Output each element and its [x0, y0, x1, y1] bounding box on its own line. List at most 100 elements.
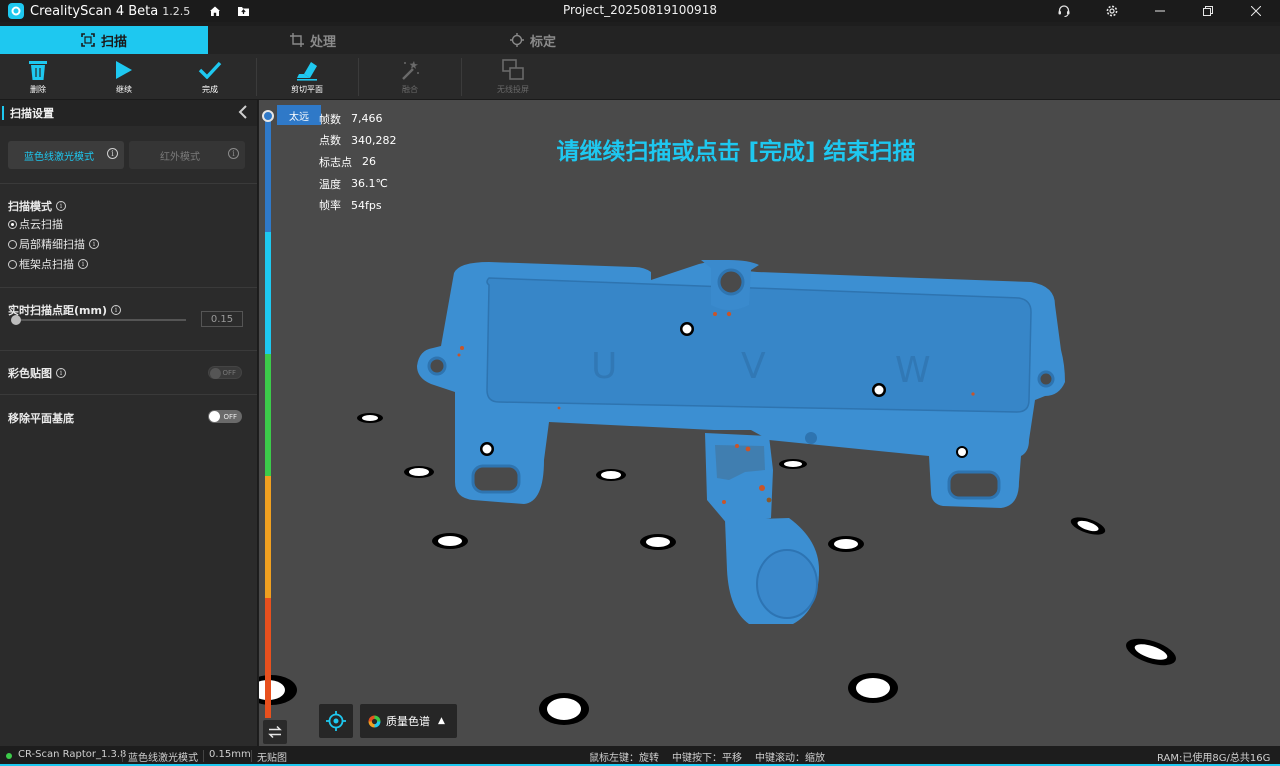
radio-icon: [8, 259, 17, 269]
status-bar: CR-Scan Raptor_1.3.8 蓝色线激光模式 0.15mm 无贴图 …: [0, 746, 1280, 766]
point-spacing-section: 实时扫描点距(mm) i 0.15: [0, 288, 257, 351]
info-icon[interactable]: i: [56, 201, 66, 211]
play-icon: [115, 58, 133, 82]
status-scan-mode: 蓝色线激光模式: [128, 753, 198, 764]
close-button[interactable]: [1232, 0, 1280, 22]
merge-button[interactable]: 融合: [380, 58, 440, 98]
support-icon[interactable]: [1040, 0, 1088, 22]
3d-viewport[interactable]: U V W 太远 帧数 7,466 点数 340,282 标志点 26 温度 3…: [259, 100, 1280, 746]
wireless-projection-button[interactable]: 无线投屏: [483, 58, 543, 98]
remove-plane-section: 移除平面基底 OFF: [0, 395, 257, 439]
radio-icon: [8, 239, 17, 249]
info-icon[interactable]: i: [78, 259, 88, 269]
tab-process[interactable]: 处理: [208, 26, 418, 54]
stat-temperature: 温度 36.1℃: [319, 177, 388, 191]
color-wheel-icon: [368, 715, 381, 728]
radio-point-cloud-scan[interactable]: 点云扫描: [8, 216, 63, 232]
device-name: CR-Scan Raptor_1.3.8: [18, 749, 127, 760]
radio-local-fine-scan[interactable]: 局部精细扫描 i: [8, 236, 99, 252]
toolbar-divider: [256, 58, 257, 96]
ram-usage: RAM:已使用8G/总共16G: [1157, 753, 1271, 764]
continue-label: 继续: [116, 85, 132, 94]
radio-selected-icon: [8, 219, 17, 229]
folder-icon[interactable]: [236, 4, 250, 18]
svg-text:U: U: [591, 346, 617, 387]
locate-crosshair-icon[interactable]: [319, 704, 353, 738]
distance-indicator-bar: [265, 114, 271, 718]
svg-text:W: W: [895, 350, 931, 391]
scan-hint-message: 请继续扫描或点击 [完成] 结束扫描: [556, 139, 916, 165]
info-icon[interactable]: i: [89, 239, 99, 249]
magic-wand-icon: [399, 58, 421, 82]
cut-plane-button[interactable]: 剪切平面: [277, 58, 337, 98]
stat-frames: 帧数 7,466: [319, 112, 383, 126]
delete-label: 删除: [30, 85, 46, 94]
hint-middle-scroll: 中键滚动：缩放: [755, 753, 825, 764]
continue-button[interactable]: 继续: [94, 58, 154, 98]
scan-model: U V W: [259, 260, 1176, 725]
quality-spectrum-dropdown[interactable]: 质量色谱 ▲: [360, 704, 457, 738]
distance-label: 太远: [277, 105, 321, 125]
stat-framerate: 帧率 54fps: [319, 198, 382, 213]
toolbar-divider: [461, 58, 462, 96]
tab-process-label: 处理: [309, 34, 336, 50]
info-icon[interactable]: i: [56, 368, 66, 378]
merge-label: 融合: [402, 85, 418, 94]
tab-scan[interactable]: 扫描: [0, 26, 208, 54]
app-name: CrealityScan 4 Beta: [30, 3, 159, 19]
swap-arrows-icon[interactable]: [263, 720, 287, 744]
point-spacing-slider-track[interactable]: [14, 319, 186, 321]
app-version: 1.2.5: [162, 4, 191, 18]
status-spacing: 0.15mm: [209, 749, 251, 760]
settings-gear-icon[interactable]: [1088, 0, 1136, 22]
scan-frame-icon: [81, 33, 95, 47]
quality-spectrum-label: 质量色谱: [386, 715, 430, 728]
checkmark-icon: [198, 58, 222, 82]
toolbar: 删除 继续 完成 剪切平面 融合 无线投屏: [0, 54, 1280, 100]
home-icon[interactable]: [208, 4, 222, 18]
finish-label: 完成: [202, 85, 218, 94]
collapse-chevron-left-icon[interactable]: [238, 105, 247, 123]
point-spacing-title: 实时扫描点距(mm) i: [8, 302, 121, 318]
minimize-button[interactable]: [1136, 0, 1184, 22]
trash-icon: [28, 58, 48, 82]
color-texture-toggle[interactable]: OFF: [208, 366, 242, 379]
finish-button[interactable]: 完成: [180, 58, 240, 98]
delete-button[interactable]: 删除: [8, 58, 68, 98]
connection-status-icon: [6, 753, 12, 759]
mode-tabs: 扫描 处理 标定: [0, 26, 1280, 54]
point-spacing-input[interactable]: 0.15: [201, 311, 243, 327]
infrared-mode-label: 红外模式: [160, 151, 200, 163]
cut-plane-label: 剪切平面: [291, 85, 323, 94]
tab-calibrate-label: 标定: [529, 34, 556, 50]
title-bar: CrealityScan 4 Beta 1.2.5 Project_202508…: [0, 0, 1280, 22]
hint-middle-press: 中键按下：平移: [672, 753, 742, 764]
scan-mode-section: 扫描模式 i 点云扫描 局部精细扫描 i 框架点扫描 i: [0, 184, 257, 288]
status-texture: 无贴图: [257, 753, 287, 764]
svg-text:V: V: [741, 346, 766, 387]
crop-icon: [289, 33, 304, 47]
toolbar-divider: [358, 58, 359, 96]
tab-calibrate[interactable]: 标定: [418, 26, 648, 54]
app-logo-icon: [8, 3, 24, 19]
infrared-mode-button[interactable]: 红外模式 i: [129, 141, 245, 169]
laser-mode-group: 蓝色线激光模式 i 红外模式 i: [0, 126, 257, 184]
wireless-projection-label: 无线投屏: [497, 85, 529, 94]
color-texture-section: 彩色贴图 i OFF: [0, 351, 257, 395]
tab-scan-label: 扫描: [100, 34, 127, 50]
radio-frame-point-scan[interactable]: 框架点扫描 i: [8, 256, 88, 272]
info-icon[interactable]: i: [107, 148, 118, 159]
remove-plane-toggle[interactable]: OFF: [208, 410, 242, 423]
color-texture-title: 彩色贴图 i: [8, 365, 66, 381]
remove-plane-title: 移除平面基底: [8, 412, 74, 425]
info-icon[interactable]: i: [228, 148, 239, 159]
distance-indicator-dot: [262, 110, 274, 122]
scanned-part: U V W: [417, 260, 1065, 624]
blue-laser-mode-button[interactable]: 蓝色线激光模式 i: [8, 141, 124, 169]
restore-button[interactable]: [1184, 0, 1232, 22]
caret-up-icon: ▲: [438, 716, 445, 726]
panel-title: 扫描设置: [10, 107, 54, 120]
info-icon[interactable]: i: [110, 305, 121, 315]
point-spacing-slider-thumb[interactable]: [11, 315, 21, 325]
scan-mode-title: 扫描模式 i: [8, 198, 66, 214]
